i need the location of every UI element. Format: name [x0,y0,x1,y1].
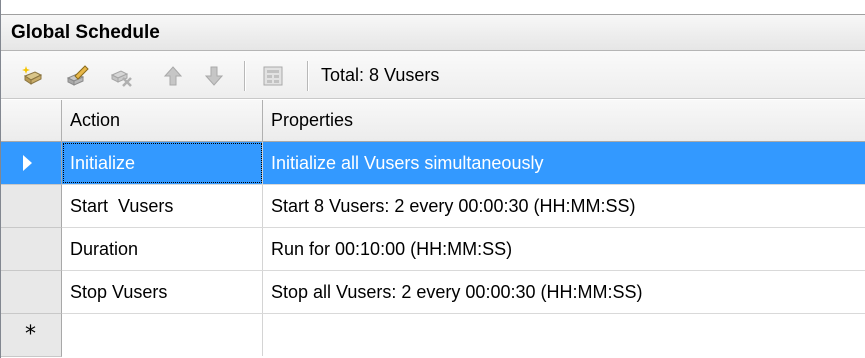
details-icon[interactable] [261,64,285,88]
edit-action-icon[interactable] [65,64,89,88]
action-cell[interactable]: Duration [62,228,263,270]
properties-cell[interactable] [263,314,865,356]
row-header-corner [1,100,62,142]
column-header-action[interactable]: Action [62,100,263,142]
toolbar-separator [307,61,309,91]
move-up-icon[interactable] [161,64,185,88]
toolbar: Total: 8 Vusers [1,51,865,99]
properties-cell[interactable]: Start 8 Vusers: 2 every 00:00:30 (HH:MM:… [263,185,865,227]
row-header[interactable]: * [1,314,62,357]
grid-header: Action Properties [1,100,865,142]
table-row[interactable]: Duration Run for 00:10:00 (HH:MM:SS) [1,228,865,271]
row-header[interactable] [1,228,62,271]
table-row[interactable]: Initialize Initialize all Vusers simulta… [1,142,865,185]
row-header[interactable] [1,271,62,314]
delete-action-icon[interactable] [109,64,133,88]
new-row-marker-icon: * [25,322,36,347]
move-down-icon[interactable] [202,64,226,88]
table-row[interactable]: Stop Vusers Stop all Vusers: 2 every 00:… [1,271,865,314]
toolbar-separator [244,61,246,91]
title-bar: Global Schedule [1,14,865,51]
table-row[interactable]: Start Vusers Start 8 Vusers: 2 every 00:… [1,185,865,228]
properties-cell[interactable]: Initialize all Vusers simultaneously [263,142,865,184]
action-cell[interactable]: Start Vusers [62,185,263,227]
properties-cell[interactable]: Stop all Vusers: 2 every 00:00:30 (HH:MM… [263,271,865,313]
row-header[interactable] [1,185,62,228]
global-schedule-window: Global Schedule Total: 8 Vusers Action P… [0,0,865,358]
new-row[interactable]: * [1,314,865,357]
action-cell[interactable]: Initialize [62,142,263,184]
current-row-arrow-icon [23,155,32,171]
action-cell[interactable] [62,314,263,356]
action-cell[interactable]: Stop Vusers [62,271,263,313]
properties-cell[interactable]: Run for 00:10:00 (HH:MM:SS) [263,228,865,270]
row-header[interactable] [1,142,62,185]
new-action-icon[interactable] [21,64,45,88]
total-vusers-label: Total: 8 Vusers [321,65,440,85]
column-header-properties[interactable]: Properties [263,100,865,142]
window-title: Global Schedule [11,22,160,43]
